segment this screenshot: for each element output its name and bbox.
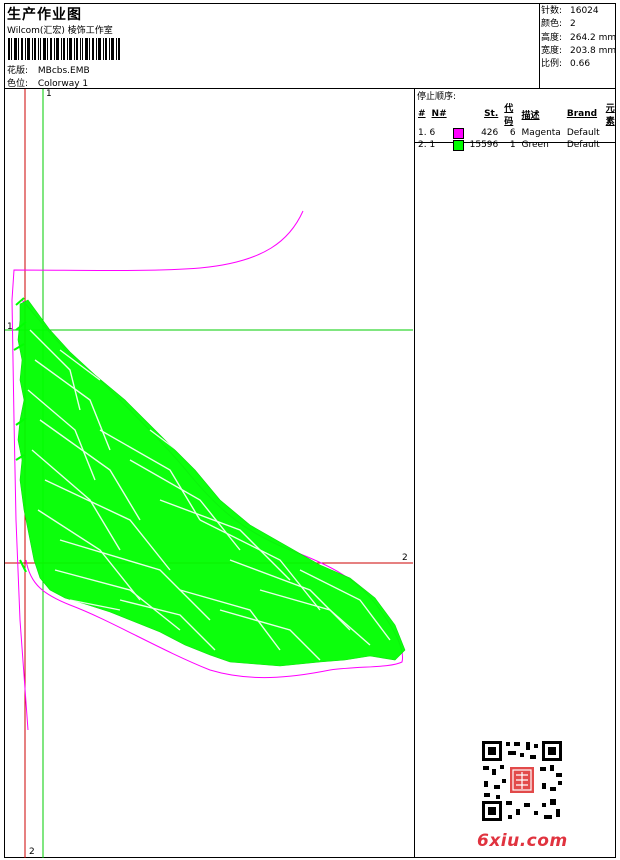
guide-label-v-green: 1 — [46, 89, 52, 99]
embroidery-design — [5, 89, 413, 858]
watermark-site: 6xiu.com — [477, 831, 568, 851]
guide-label-v-red: 2 — [29, 847, 35, 857]
guide-label-h-green: 1 — [7, 322, 13, 332]
qr-code — [480, 739, 564, 823]
green-fill-stitches — [17, 299, 406, 667]
guide-label-h-red: 2 — [402, 553, 408, 563]
